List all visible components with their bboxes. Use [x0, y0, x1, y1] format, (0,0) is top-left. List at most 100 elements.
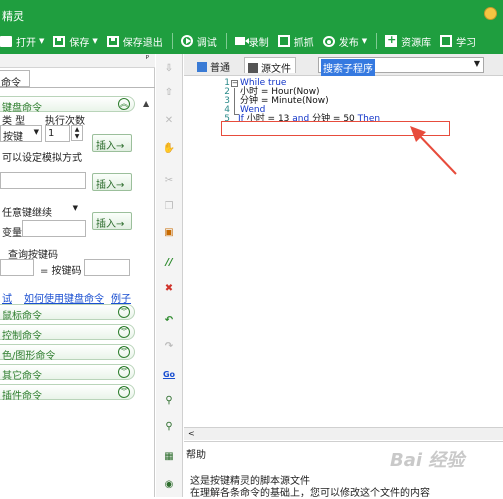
type-select[interactable]: 按键 ▼ — [0, 125, 42, 143]
copy-icon[interactable]: ❐ — [162, 200, 176, 213]
resource-button[interactable]: 资源库 — [385, 33, 431, 49]
move-down-icon[interactable]: ⇩ — [162, 62, 176, 75]
test-link[interactable]: 试 — [2, 290, 12, 305]
tab-source-label: 源文件 — [261, 64, 291, 75]
command-panel: ᴾ 命令 键盘命令 ︽ ▲ 类 型 执行次数 按键 ▼ 1 ▲ ▼ 插入→ 可以设… — [0, 54, 155, 497]
collapse-icon[interactable]: ︽ — [118, 98, 130, 110]
expand-icon[interactable]: ︾ — [118, 346, 130, 358]
mode-hint: 可以设定模拟方式 — [2, 153, 82, 164]
goto-icon[interactable]: Go — [162, 368, 176, 381]
section-keyboard[interactable]: 键盘命令 ︽ — [0, 96, 135, 114]
source-view-icon — [248, 63, 258, 73]
type-select-value: 按键 — [3, 132, 23, 143]
play-icon — [180, 35, 193, 47]
keycode-input[interactable] — [84, 259, 130, 276]
key-input[interactable] — [0, 172, 86, 189]
expand-icon[interactable]: ︾ — [118, 386, 130, 398]
save-exit-button[interactable]: 保存退出 — [106, 34, 163, 49]
count-input-value: 1 — [48, 128, 55, 139]
expand-icon[interactable]: ︾ — [118, 306, 130, 318]
toolbar-divider — [225, 33, 227, 49]
section-color-image[interactable]: 色/图形命令 ︾ — [0, 344, 135, 362]
record-button[interactable]: 录制 — [234, 34, 269, 49]
view-icon[interactable]: ▦ — [162, 450, 176, 463]
section-other[interactable]: 其它命令 ︾ — [0, 364, 135, 382]
subroutine-search-value: 搜索子程序 — [321, 59, 375, 76]
section-control-label: 控制命令 — [2, 331, 42, 342]
move-up-icon[interactable]: ⇧ — [162, 86, 176, 99]
learn-icon — [440, 35, 453, 47]
keycode-label: = 按键码 — [40, 266, 82, 277]
save-exit-icon — [106, 35, 119, 47]
chevron-down-icon: ▼ — [39, 37, 45, 45]
chevron-down-icon: ▼ — [72, 204, 78, 212]
publish-icon — [322, 35, 335, 47]
section-mouse[interactable]: 鼠标命令 ︾ — [0, 304, 135, 322]
scroll-up-icon[interactable]: ▲ — [140, 99, 149, 108]
paste-icon[interactable]: ▣ — [162, 226, 176, 239]
insert-button-2[interactable]: 插入→ — [92, 173, 132, 191]
open-button[interactable]: 打开 ▼ — [0, 34, 44, 49]
debug-button[interactable]: 调试 — [180, 34, 217, 49]
example-link[interactable]: 例子 — [111, 290, 131, 305]
delete-icon[interactable]: ✕ — [162, 114, 176, 127]
save-icon — [53, 35, 66, 47]
redo-icon[interactable]: ↷ — [162, 340, 176, 353]
learn-button[interactable]: 学习 — [440, 34, 476, 49]
tab-divider — [0, 87, 155, 88]
normal-view-icon — [197, 62, 207, 72]
expand-icon[interactable]: ︾ — [118, 366, 130, 378]
publish-button[interactable]: 发布 ▼ — [322, 34, 367, 49]
resource-icon — [385, 33, 398, 47]
query-input[interactable] — [0, 259, 34, 276]
comment-icon[interactable]: // — [162, 256, 176, 269]
uncomment-icon[interactable]: ✖ — [162, 282, 176, 295]
publish-label: 发布 — [338, 37, 359, 49]
tab-normal[interactable]: 普通 — [194, 57, 234, 74]
var-input[interactable] — [22, 220, 86, 237]
watermark: Bai 经验 — [390, 450, 465, 471]
capture-button[interactable]: 抓抓 — [277, 34, 314, 49]
expand-icon[interactable]: ︾ — [118, 326, 130, 338]
hand-icon[interactable]: ✋ — [162, 142, 176, 155]
capture-label: 抓抓 — [293, 37, 314, 49]
debug-tool-icon[interactable]: ◉ — [162, 478, 176, 491]
fold-toggle-icon[interactable]: − — [231, 80, 238, 87]
tab-commands[interactable]: 命令 — [0, 70, 30, 89]
section-plugin[interactable]: 插件命令 ︾ — [0, 384, 135, 402]
panel-scrollbar[interactable]: ▲ — [140, 98, 154, 358]
editor-tabbar: 普通 源文件 搜索子程序 ▼ — [184, 54, 503, 76]
howto-link[interactable]: 如何使用键盘命令 — [24, 290, 104, 305]
capture-icon — [277, 35, 290, 47]
record-icon — [234, 37, 249, 45]
edit-toolbar: ⇩ ⇧ ✕ ✋ ✂ ❐ ▣ // ✖ ↶ ↷ Go ⚲ ⚲ ▦ ◉ — [156, 54, 183, 497]
subroutine-search[interactable]: 搜索子程序 ▼ — [318, 57, 484, 76]
save-exit-label: 保存退出 — [122, 37, 163, 49]
key-select-value: 任意键继续 — [2, 208, 52, 219]
pin-icon[interactable]: ᴾ — [146, 55, 149, 65]
undo-icon[interactable]: ↶ — [162, 314, 176, 327]
save-label: 保存 — [69, 37, 90, 49]
status-icon[interactable] — [484, 7, 497, 20]
count-stepper[interactable]: ▲ ▼ — [71, 125, 83, 141]
help-title: 帮助 — [186, 450, 206, 461]
section-other-label: 其它命令 — [2, 371, 42, 382]
horizontal-scrollbar[interactable]: < — [184, 427, 503, 440]
insert-button-1[interactable]: 插入→ — [92, 134, 132, 152]
section-plugin-label: 插件命令 — [2, 391, 42, 402]
title-bar: 精灵 — [0, 0, 503, 28]
cut-icon[interactable]: ✂ — [162, 174, 176, 187]
var-label: 变量 — [2, 228, 22, 239]
key-select[interactable]: 任意键继续 ▼ — [0, 202, 86, 219]
folder-icon — [0, 35, 12, 47]
tab-source[interactable]: 源文件 — [244, 57, 296, 75]
find-icon[interactable]: ⚲ — [162, 394, 176, 407]
fold-line — [234, 88, 235, 115]
app-title: 精灵 — [2, 10, 24, 23]
count-input[interactable]: 1 — [45, 125, 70, 142]
replace-icon[interactable]: ⚲ — [162, 420, 176, 433]
scroll-left-icon[interactable]: < — [188, 429, 195, 438]
save-button[interactable]: 保存 ▼ — [53, 34, 98, 49]
section-control[interactable]: 控制命令 ︾ — [0, 324, 135, 342]
insert-button-3[interactable]: 插入→ — [92, 212, 132, 230]
